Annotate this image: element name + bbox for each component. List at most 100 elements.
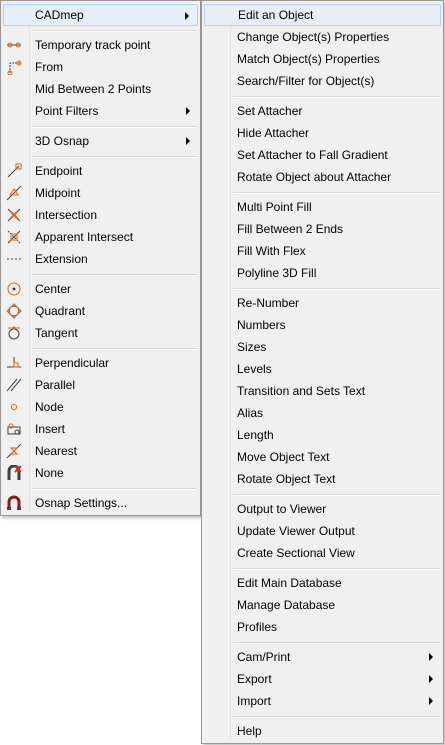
menu-item-edit-main-database[interactable]: Edit Main Database — [204, 572, 441, 594]
menu-item-extension[interactable]: Extension — [3, 248, 198, 270]
none-icon — [6, 465, 22, 481]
menu-item-tangent[interactable]: Tangent — [3, 322, 198, 344]
menu-item-set-attacher[interactable]: Set Attacher — [204, 100, 441, 122]
menu-item-set-attacher-fall-gradient[interactable]: Set Attacher to Fall Gradient — [204, 144, 441, 166]
menu-separator — [233, 716, 440, 718]
menu-item-label: Help — [237, 724, 262, 738]
menu-item-manage-database[interactable]: Manage Database — [204, 594, 441, 616]
menu-item-import[interactable]: Import — [204, 690, 441, 712]
midpoint-icon — [6, 185, 22, 201]
menu-item-profiles[interactable]: Profiles — [204, 616, 441, 638]
menu-item-hide-attacher[interactable]: Hide Attacher — [204, 122, 441, 144]
menu-item-rotate-object-about-attacher[interactable]: Rotate Object about Attacher — [204, 166, 441, 188]
intersection-icon — [6, 207, 22, 223]
menu-item-cam-print[interactable]: Cam/Print — [204, 646, 441, 668]
menu-item-re-number[interactable]: Re-Number — [204, 292, 441, 314]
menu-item-help[interactable]: Help — [204, 720, 441, 742]
menu-item-alias[interactable]: Alias — [204, 402, 441, 424]
extension-icon — [6, 251, 22, 267]
menu-item-polyline-3d-fill[interactable]: Polyline 3D Fill — [204, 262, 441, 284]
menu-item-sizes[interactable]: Sizes — [204, 336, 441, 358]
submenu-arrow-icon — [429, 675, 433, 683]
menu-item-point-filters[interactable]: Point Filters — [3, 100, 198, 122]
track-point-icon — [6, 37, 22, 53]
menu-item-label: Center — [35, 282, 72, 296]
menu-item-label: None — [35, 466, 64, 480]
menu-item-label: 3D Osnap — [35, 134, 90, 148]
menu-item-move-object-text[interactable]: Move Object Text — [204, 446, 441, 468]
menu-item-fill-between-2-ends[interactable]: Fill Between 2 Ends — [204, 218, 441, 240]
menu-item-label: Transition and Sets Text — [237, 384, 366, 398]
menu-item-edit-an-object[interactable]: Edit an Object — [204, 4, 441, 26]
menu-item-search-filter-objects[interactable]: Search/Filter for Object(s) — [204, 70, 441, 92]
menu-item-label: Multi Point Fill — [237, 200, 312, 214]
menu-item-nearest[interactable]: Nearest — [3, 440, 198, 462]
menu-item-transition-and-sets-text[interactable]: Transition and Sets Text — [204, 380, 441, 402]
menu-item-center[interactable]: Center — [3, 278, 198, 300]
submenu-arrow-icon — [429, 697, 433, 705]
menu-item-apparent-intersect[interactable]: Apparent Intersect — [3, 226, 198, 248]
menu-item-label: Sizes — [237, 340, 267, 354]
menu-item-cadmep[interactable]: CADmep — [3, 4, 198, 26]
menu-item-label: Profiles — [237, 620, 278, 634]
menu-item-quadrant[interactable]: Quadrant — [3, 300, 198, 322]
menu-item-label: Perpendicular — [35, 356, 110, 370]
menu-separator — [233, 642, 440, 644]
menu-item-label: Parallel — [35, 378, 76, 392]
menu-item-numbers[interactable]: Numbers — [204, 314, 441, 336]
menu-item-label: From — [35, 60, 63, 74]
menu-item-intersection[interactable]: Intersection — [3, 204, 198, 226]
menu-item-perpendicular[interactable]: Perpendicular — [3, 352, 198, 374]
quadrant-icon — [6, 303, 22, 319]
menu-item-from[interactable]: From — [3, 56, 198, 78]
osnap-context-menu: CADmep Temporary track point From Mid Be… — [0, 0, 201, 516]
menu-separator — [233, 96, 440, 98]
menu-item-label: Endpoint — [35, 164, 83, 178]
menu-item-label: Mid Between 2 Points — [35, 82, 152, 96]
menu-separator — [233, 192, 440, 194]
menu-item-label: Update Viewer Output — [237, 524, 355, 538]
menu-item-output-to-viewer[interactable]: Output to Viewer — [204, 498, 441, 520]
menu-item-label: Alias — [237, 406, 264, 420]
menu-separator — [233, 494, 440, 496]
menu-item-fill-with-flex[interactable]: Fill With Flex — [204, 240, 441, 262]
menu-item-midpoint[interactable]: Midpoint — [3, 182, 198, 204]
menu-item-label: Insert — [35, 422, 66, 436]
menu-item-rotate-object-text[interactable]: Rotate Object Text — [204, 468, 441, 490]
menu-item-export[interactable]: Export — [204, 668, 441, 690]
menu-item-label: Point Filters — [35, 104, 99, 118]
menu-item-node[interactable]: Node — [3, 396, 198, 418]
menu-item-none[interactable]: None — [3, 462, 198, 484]
menu-item-osnap-settings[interactable]: Osnap Settings... — [3, 492, 198, 514]
submenu-arrow-icon — [186, 107, 190, 115]
menu-item-length[interactable]: Length — [204, 424, 441, 446]
menu-item-label: Apparent Intersect — [35, 230, 134, 244]
menu-item-label: Nearest — [35, 444, 78, 458]
menu-item-parallel[interactable]: Parallel — [3, 374, 198, 396]
menu-item-label: Edit Main Database — [237, 576, 342, 590]
menu-item-label: Search/Filter for Object(s) — [237, 74, 375, 88]
menu-item-label: Manage Database — [237, 598, 336, 612]
menu-item-update-viewer-output[interactable]: Update Viewer Output — [204, 520, 441, 542]
menu-item-label: Create Sectional View — [237, 546, 355, 560]
center-icon — [6, 281, 22, 297]
menu-item-label: Polyline 3D Fill — [237, 266, 317, 280]
menu-item-mid-between-2-points[interactable]: Mid Between 2 Points — [3, 78, 198, 100]
menu-item-match-object-properties[interactable]: Match Object(s) Properties — [204, 48, 441, 70]
menu-item-3d-osnap[interactable]: 3D Osnap — [3, 130, 198, 152]
menu-item-endpoint[interactable]: Endpoint — [3, 160, 198, 182]
menu-item-multi-point-fill[interactable]: Multi Point Fill — [204, 196, 441, 218]
menu-item-insert[interactable]: Insert — [3, 418, 198, 440]
submenu-arrow-icon — [186, 137, 190, 145]
menu-item-label: Hide Attacher — [237, 126, 310, 140]
menu-item-levels[interactable]: Levels — [204, 358, 441, 380]
menu-item-label: Re-Number — [237, 296, 300, 310]
menu-item-label: Quadrant — [35, 304, 86, 318]
insert-icon — [6, 421, 22, 437]
from-icon — [6, 59, 22, 75]
menu-item-label: Midpoint — [35, 186, 81, 200]
menu-item-label: Move Object Text — [237, 450, 330, 464]
menu-item-create-sectional-view[interactable]: Create Sectional View — [204, 542, 441, 564]
menu-item-change-object-properties[interactable]: Change Object(s) Properties — [204, 26, 441, 48]
menu-item-temporary-track-point[interactable]: Temporary track point — [3, 34, 198, 56]
